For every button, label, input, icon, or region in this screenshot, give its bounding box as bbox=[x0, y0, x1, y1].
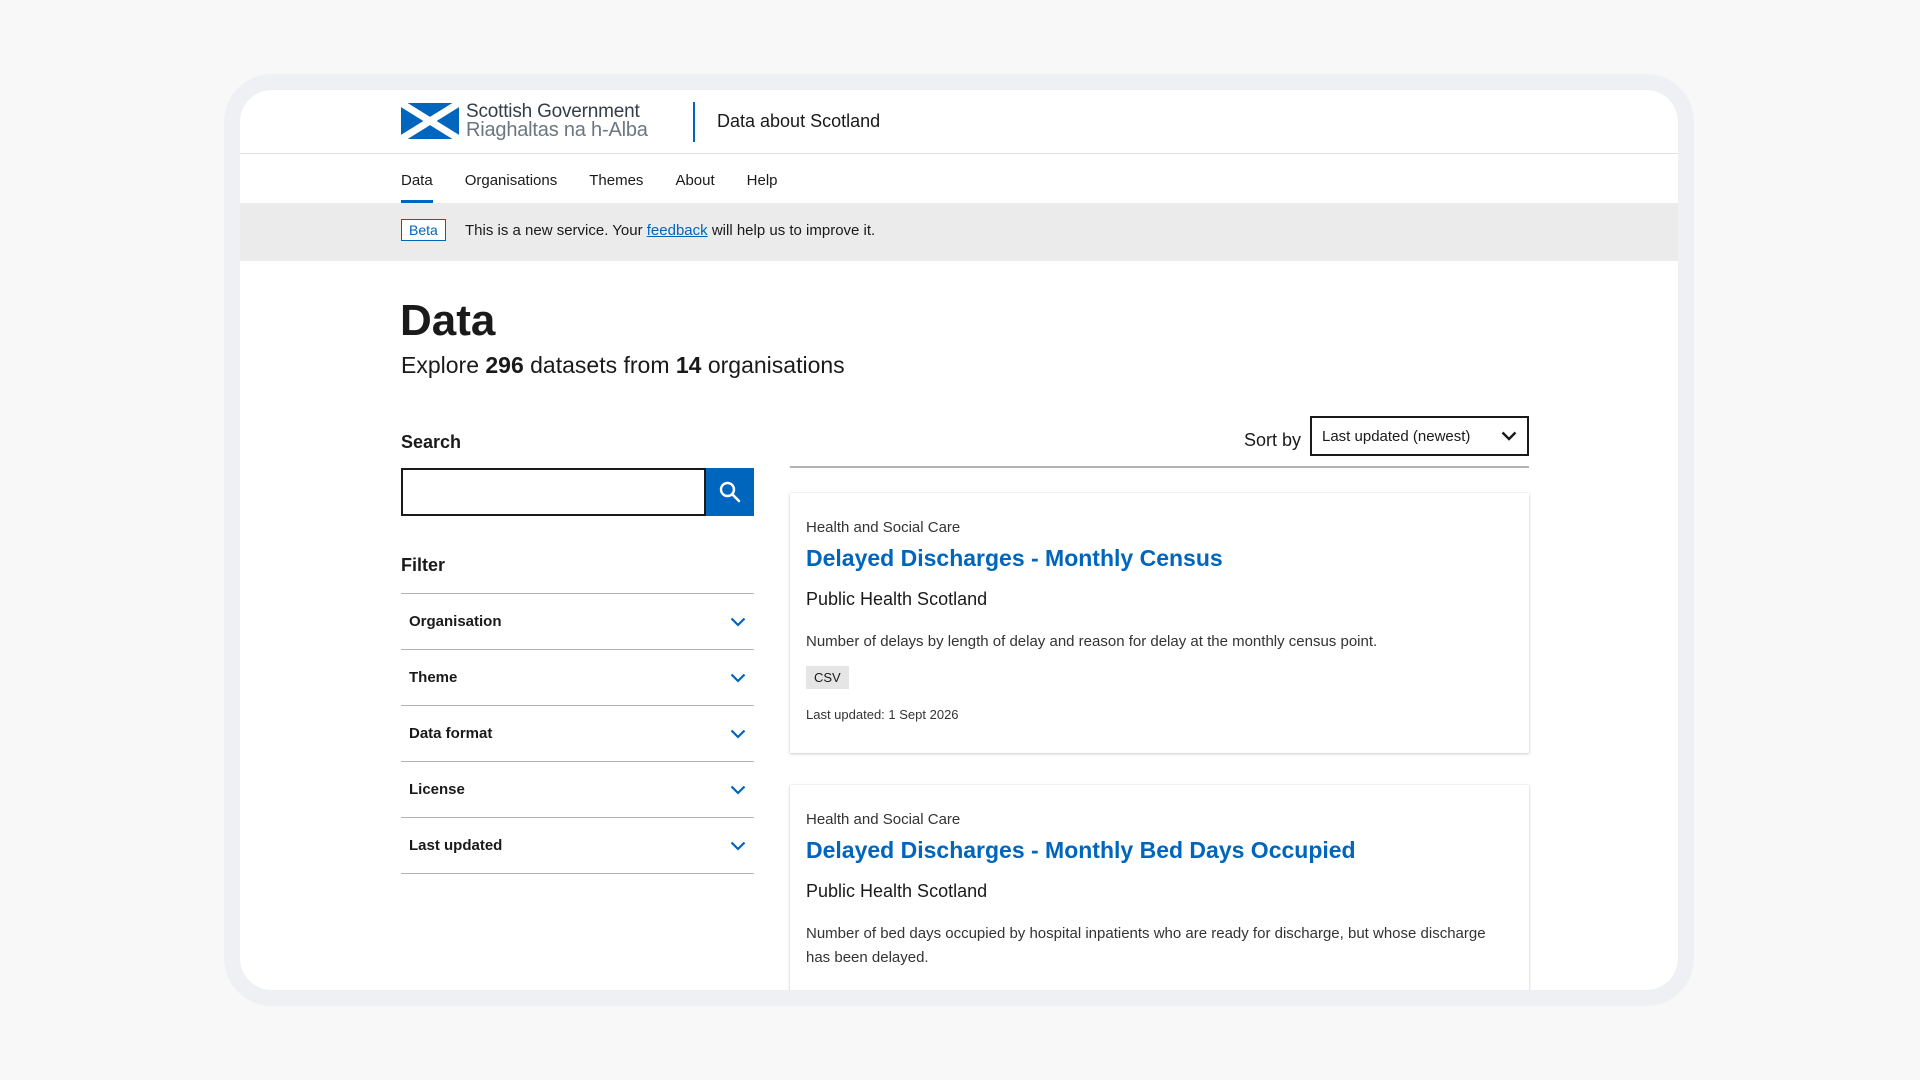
banner-text-end: will help us to improve it. bbox=[707, 222, 876, 239]
scottish-government-logo[interactable]: Scottish Government Riaghaltas na h-Alba bbox=[401, 102, 648, 140]
filter-license[interactable]: License bbox=[401, 762, 754, 818]
chevron-down-icon bbox=[730, 617, 746, 627]
nav-item-help[interactable]: Help bbox=[747, 154, 778, 203]
filter-last-updated[interactable]: Last updated bbox=[401, 818, 754, 874]
nav-item-organisations[interactable]: Organisations bbox=[465, 154, 558, 203]
dataset-organisation: Public Health Scotland bbox=[806, 881, 988, 901]
beta-tag: Beta bbox=[401, 219, 446, 241]
device-frame: Scottish Government Riaghaltas na h-Alba… bbox=[224, 74, 1694, 1006]
format-tag: CSV bbox=[806, 666, 849, 689]
filter-theme[interactable]: Theme bbox=[401, 650, 754, 706]
banner-text-start: This is a new service. Your bbox=[465, 222, 647, 239]
saltire-flag-icon bbox=[401, 103, 459, 139]
dataset-last-updated: Last updated: 1 Sept 2026 bbox=[806, 707, 959, 722]
filter-label: Data format bbox=[409, 725, 493, 742]
filter-data-format[interactable]: Data format bbox=[401, 706, 754, 762]
organisation-count: 14 bbox=[675, 352, 702, 378]
chevron-down-icon bbox=[730, 729, 746, 739]
dataset-description: Number of bed days occupied by hospital … bbox=[806, 925, 1486, 966]
nav-item-themes[interactable]: Themes bbox=[589, 154, 643, 203]
sort-select[interactable]: Last updated (newest) bbox=[1310, 416, 1529, 456]
subtitle-suffix: organisations bbox=[701, 352, 845, 378]
dataset-title-link[interactable]: Delayed Discharges - Monthly Census bbox=[806, 545, 1223, 572]
chevron-down-icon bbox=[730, 673, 746, 683]
page-subtitle: Explore 296 datasets from 14 organisatio… bbox=[401, 352, 845, 379]
subtitle-prefix: Explore bbox=[401, 352, 486, 378]
search-input[interactable] bbox=[401, 468, 706, 516]
browser-screen: Scottish Government Riaghaltas na h-Alba… bbox=[240, 90, 1678, 990]
site-header: Scottish Government Riaghaltas na h-Alba… bbox=[240, 90, 1678, 154]
header-divider bbox=[693, 102, 695, 142]
banner-text: This is a new service. Your feedback wil… bbox=[465, 222, 875, 239]
search-label: Search bbox=[401, 432, 462, 452]
main-navigation: Data Organisations Themes About Help bbox=[401, 154, 810, 203]
chevron-down-icon bbox=[730, 841, 746, 851]
phase-banner: Beta This is a new service. Your feedbac… bbox=[240, 203, 1678, 261]
chevron-down-icon bbox=[730, 785, 746, 795]
sort-bar: Sort by Last updated (newest) bbox=[790, 416, 1529, 468]
feedback-link[interactable]: feedback bbox=[647, 222, 708, 239]
dataset-theme: Health and Social Care bbox=[806, 811, 961, 828]
filter-organisation[interactable]: Organisation bbox=[401, 594, 754, 650]
logo-gaelic-text: Riaghaltas na h-Alba bbox=[466, 119, 648, 141]
last-updated-date: 1 Sept 2026 bbox=[888, 707, 959, 722]
sort-selected-value: Last updated (newest) bbox=[1322, 427, 1471, 445]
filter-list: Organisation Theme Data format License L… bbox=[401, 593, 754, 874]
search-button[interactable] bbox=[706, 468, 754, 516]
filter-heading: Filter bbox=[401, 555, 446, 575]
filter-label: Last updated bbox=[409, 837, 503, 854]
site-name[interactable]: Data about Scotland bbox=[717, 111, 880, 132]
sort-label: Sort by bbox=[1243, 430, 1301, 450]
nav-item-data[interactable]: Data bbox=[401, 154, 433, 203]
search-box bbox=[401, 468, 754, 516]
chevron-down-icon bbox=[1501, 431, 1517, 441]
dataset-description: Number of delays by length of delay and … bbox=[806, 633, 1378, 650]
filter-label: License bbox=[409, 781, 465, 798]
dataset-theme: Health and Social Care bbox=[806, 519, 961, 536]
dataset-card: Health and Social Care Delayed Discharge… bbox=[790, 785, 1529, 990]
dataset-title-link[interactable]: Delayed Discharges - Monthly Bed Days Oc… bbox=[806, 837, 1356, 864]
page-title: Data bbox=[400, 296, 496, 345]
filter-label: Theme bbox=[409, 669, 458, 686]
filter-label: Organisation bbox=[409, 613, 502, 630]
nav-item-about[interactable]: About bbox=[675, 154, 714, 203]
dataset-count: 296 bbox=[485, 352, 524, 378]
subtitle-middle: datasets from bbox=[523, 352, 676, 378]
last-updated-label: Last updated: bbox=[806, 707, 885, 722]
search-icon bbox=[719, 481, 741, 503]
dataset-card: Health and Social Care Delayed Discharge… bbox=[790, 493, 1529, 753]
dataset-organisation: Public Health Scotland bbox=[806, 589, 988, 609]
